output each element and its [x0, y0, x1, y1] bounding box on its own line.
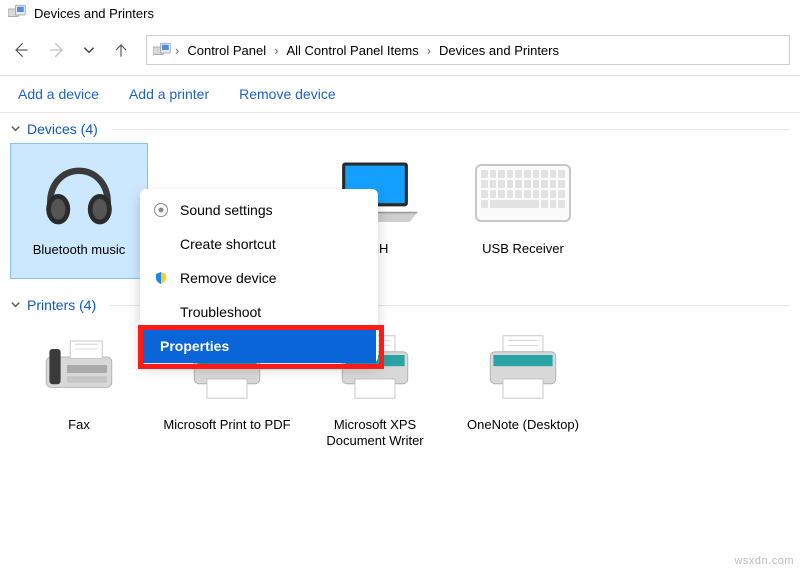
watermark: wsxdn.com: [734, 555, 794, 567]
command-bar: Add a device Add a printer Remove device: [0, 76, 800, 113]
printer-label: Microsoft XPS Document Writer: [310, 417, 440, 450]
forward-button[interactable]: [46, 39, 68, 61]
context-menu: Sound settings Create shortcut Remove de…: [140, 189, 378, 363]
up-button[interactable]: [110, 39, 132, 61]
printer-label: Microsoft Print to PDF: [163, 417, 290, 449]
keyboard-icon: [475, 149, 571, 237]
cm-properties[interactable]: Properties: [142, 329, 376, 363]
printer-item-fax[interactable]: Fax: [10, 319, 148, 456]
add-device-link[interactable]: Add a device: [18, 86, 99, 102]
printer-item-onenote[interactable]: OneNote (Desktop): [454, 319, 592, 456]
printers-grid: Fax Microsoft Print to PDF Microsoft XPS…: [0, 319, 800, 466]
cm-label: Sound settings: [180, 202, 273, 218]
breadcrumb[interactable]: › Control Panel › All Control Panel Item…: [146, 35, 790, 65]
devices-printers-icon: [8, 4, 26, 23]
chevron-down-icon: [10, 121, 21, 137]
cm-remove-device[interactable]: Remove device: [142, 261, 376, 295]
window-title: Devices and Printers: [34, 6, 154, 21]
cm-label: Remove device: [180, 270, 277, 286]
devices-grid: Bluetooth music ABH USB Receiver: [0, 143, 800, 289]
headphones-icon: [31, 150, 127, 238]
breadcrumb-all-items[interactable]: All Control Panel Items: [282, 43, 422, 58]
address-bar: › Control Panel › All Control Panel Item…: [0, 31, 800, 76]
breadcrumb-devices-printers[interactable]: Devices and Printers: [435, 43, 563, 58]
chevron-down-icon: [10, 297, 21, 313]
cm-create-shortcut[interactable]: Create shortcut: [142, 227, 376, 261]
chevron-right-icon: ›: [427, 43, 431, 58]
fax-icon: [31, 325, 127, 413]
devices-section-header[interactable]: Devices (4): [0, 113, 800, 143]
cm-troubleshoot[interactable]: Troubleshoot: [142, 295, 376, 329]
device-item-usb-receiver[interactable]: USB Receiver: [454, 143, 592, 279]
cm-label: Create shortcut: [180, 236, 276, 252]
devices-printers-icon: [153, 40, 171, 61]
title-bar: Devices and Printers: [0, 0, 800, 31]
chevron-right-icon: ›: [274, 43, 278, 58]
device-item-bluetooth-music[interactable]: Bluetooth music: [10, 143, 148, 279]
cm-label: Properties: [160, 338, 229, 354]
chevron-right-icon: ›: [175, 43, 179, 58]
remove-device-link[interactable]: Remove device: [239, 86, 336, 102]
cm-label: Troubleshoot: [180, 304, 261, 320]
printer-icon: [475, 325, 571, 413]
divider: [112, 129, 790, 130]
device-label: USB Receiver: [482, 241, 564, 257]
breadcrumb-control-panel[interactable]: Control Panel: [183, 43, 270, 58]
printers-section-header[interactable]: Printers (4): [0, 289, 800, 319]
shield-icon: [152, 271, 170, 285]
device-label: Bluetooth music: [33, 242, 126, 258]
devices-header-text: Devices (4): [27, 121, 98, 137]
add-printer-link[interactable]: Add a printer: [129, 86, 209, 102]
printers-header-text: Printers (4): [27, 297, 96, 313]
recent-locations-button[interactable]: [82, 39, 96, 61]
cm-sound-settings[interactable]: Sound settings: [142, 193, 376, 227]
back-button[interactable]: [10, 39, 32, 61]
printer-label: Fax: [68, 417, 90, 449]
speaker-icon: [152, 202, 170, 218]
printer-label: OneNote (Desktop): [467, 417, 579, 449]
